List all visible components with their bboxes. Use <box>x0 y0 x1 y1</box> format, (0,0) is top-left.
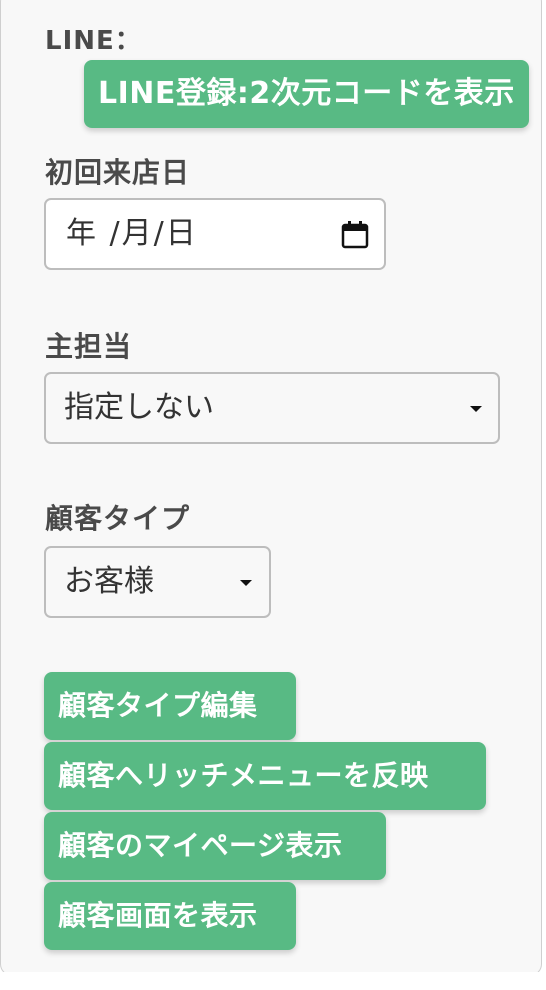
customer-type-selected-value: お客様 <box>64 564 154 599</box>
chevron-down-icon <box>470 406 482 412</box>
main-staff-select[interactable]: 指定しない <box>44 372 500 444</box>
show-customer-screen-button[interactable]: 顧客画面を表示 <box>44 882 296 950</box>
calendar-icon[interactable] <box>340 220 370 250</box>
main-staff-label: 主担当 <box>45 330 133 363</box>
show-customer-mypage-button[interactable]: 顧客のマイページ表示 <box>44 812 386 880</box>
main-staff-selected-value: 指定しない <box>64 390 214 425</box>
apply-rich-menu-button[interactable]: 顧客へリッチメニューを反映 <box>44 742 486 810</box>
edit-customer-type-button[interactable]: 顧客タイプ編集 <box>44 672 296 740</box>
customer-type-select[interactable]: お客様 <box>44 546 271 618</box>
customer-type-label: 顧客タイプ <box>45 502 191 535</box>
date-input-value: 年 /月/日 <box>66 216 198 251</box>
first-visit-date-input[interactable]: 年 /月/日 <box>44 198 386 270</box>
line-register-qr-button[interactable]: LINE登録:2次元コードを表示 <box>84 60 529 128</box>
first-visit-date-label: 初回来店日 <box>45 156 191 189</box>
page-bottom-gap <box>0 972 546 990</box>
line-label: LINE： <box>45 26 142 56</box>
chevron-down-icon <box>240 580 252 586</box>
